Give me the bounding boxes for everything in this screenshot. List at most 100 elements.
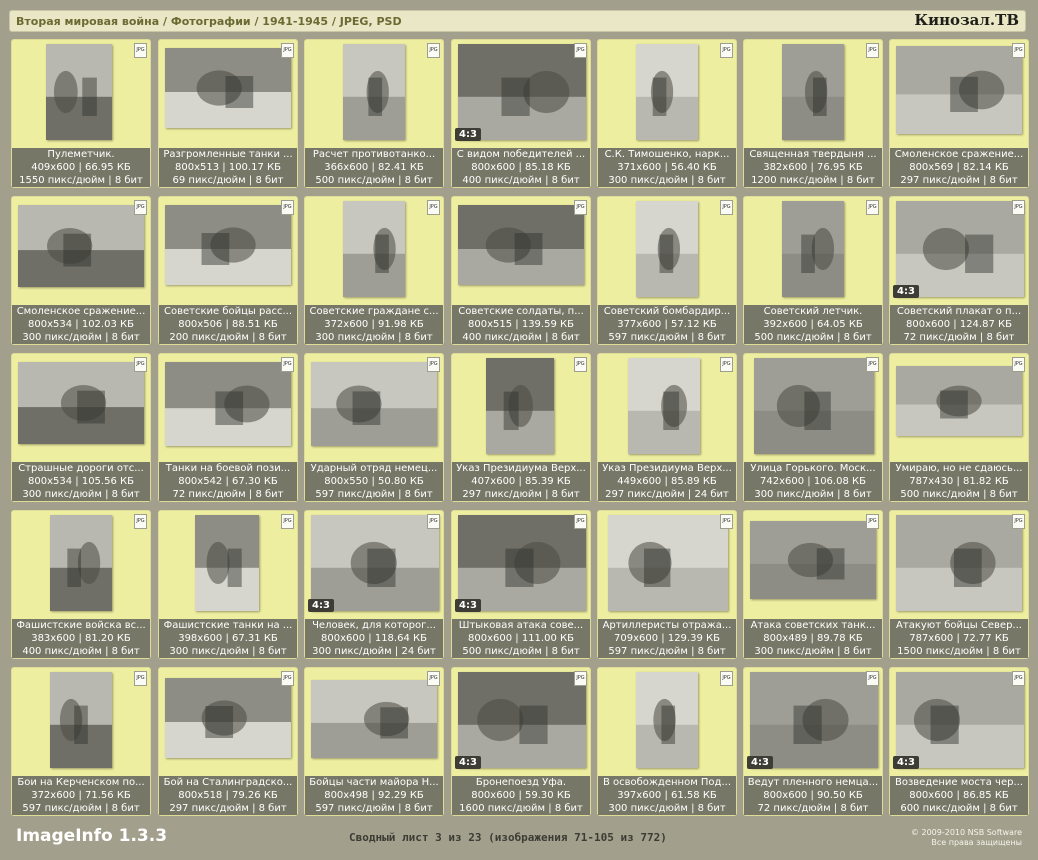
photo-thumbnail[interactable]: [458, 205, 584, 285]
photo-thumbnail[interactable]: [311, 680, 437, 758]
photo-thumbnail[interactable]: [343, 201, 405, 297]
thumbnail-item[interactable]: JPG 4:3 Человек, для которог... 800x600 | 1…: [304, 510, 444, 659]
thumbnail-item[interactable]: JPG Бои на Керченском по... 372x600 | 71.5…: [11, 667, 151, 816]
thumbnail-caption: Ведут пленного немца... 800x600 | 90.50 К…: [744, 776, 882, 815]
photo-thumbnail[interactable]: [458, 44, 586, 140]
photo-thumbnail[interactable]: [628, 358, 700, 454]
jpg-file-icon: JPG: [427, 200, 440, 215]
thumbnail-item[interactable]: JPG Указ Президиума Верх... 407x600 | 85.3…: [451, 353, 591, 502]
thumbnail-item[interactable]: JPG Советский бомбардир... 377x600 | 57.12…: [597, 196, 737, 345]
photo-thumbnail[interactable]: [896, 46, 1022, 134]
photo-thumbnail[interactable]: [750, 521, 876, 599]
photo-thumbnail[interactable]: [343, 44, 405, 140]
caption-meta: 500 пикс/дюйм | 8 бит: [462, 646, 580, 657]
photo-thumbnail[interactable]: [18, 362, 144, 444]
photo-thumbnail[interactable]: [896, 515, 1022, 611]
caption-meta: 300 пикс/дюйм | 8 бит: [169, 646, 287, 657]
caption-info: 398x600 | 67.31 КБ: [178, 633, 278, 644]
thumbnail-item[interactable]: JPG С.К. Тимошенко, нарк... 371x600 | 56.4…: [597, 39, 737, 188]
jpg-file-icon: JPG: [1012, 43, 1025, 58]
thumbnail-item[interactable]: JPG Смоленское сражение... 800x569 | 82.14…: [889, 39, 1029, 188]
caption-title: Бронепоезд Уфа.: [475, 777, 567, 788]
photo-thumbnail[interactable]: [896, 366, 1022, 436]
caption-title: Улица Горького. Моск...: [750, 463, 876, 474]
photo-thumbnail[interactable]: [458, 515, 586, 611]
caption-title: Ударный отряд немец...: [310, 463, 438, 474]
thumbnail-item[interactable]: JPG Атака советских танк... 800x489 | 89.7…: [743, 510, 883, 659]
thumbnail-item[interactable]: JPG Советские граждане с... 372x600 | 91.9…: [304, 196, 444, 345]
caption-info: 800x569 | 82.14 КБ: [909, 162, 1009, 173]
photo-thumbnail[interactable]: [195, 515, 259, 611]
photo-thumbnail[interactable]: [165, 48, 291, 128]
thumbnail-item[interactable]: JPG Разгромленные танки ... 800x513 | 100.…: [158, 39, 298, 188]
aspect-ratio-badge: 4:3: [455, 756, 481, 769]
caption-meta: 1600 пикс/дюйм | 8 бит: [459, 803, 583, 814]
photo-thumbnail[interactable]: [754, 358, 874, 454]
thumbnail-item[interactable]: JPG Указ Президиума Верх... 449x600 | 85.8…: [597, 353, 737, 502]
thumbnail-item[interactable]: JPG Умираю, но не сдаюсь... 787x430 | 81.8…: [889, 353, 1029, 502]
thumbnail-item[interactable]: JPG Священная твердыня ... 382x600 | 76.95…: [743, 39, 883, 188]
caption-info: 800x600 | 86.85 КБ: [909, 790, 1009, 801]
photo-thumbnail[interactable]: [165, 678, 291, 758]
rights-line: Все права защищены: [931, 838, 1022, 847]
thumbnail-item[interactable]: JPG Артиллеристы отража... 709x600 | 129.3…: [597, 510, 737, 659]
thumbnail-item[interactable]: JPG Фашистские танки на ... 398x600 | 67.3…: [158, 510, 298, 659]
thumbnail-item[interactable]: JPG 4:3 Советский плакат о п... 800x600 | 1…: [889, 196, 1029, 345]
thumbnail-item[interactable]: JPG Советские солдаты, п... 800x515 | 139.…: [451, 196, 591, 345]
thumbnail-item[interactable]: JPG 4:3 Бронепоезд Уфа. 800x600 | 59.30 КБ 1…: [451, 667, 591, 816]
thumbnail-item[interactable]: JPG Пулеметчик. 409x600 | 66.95 КБ 1550 пик…: [11, 39, 151, 188]
caption-title: Пулеметчик.: [47, 149, 115, 160]
photo-thumbnail[interactable]: [782, 44, 844, 140]
photo-thumbnail[interactable]: [311, 515, 439, 611]
caption-meta: 297 пикс/дюйм | 8 бит: [462, 489, 580, 500]
thumbnail-item[interactable]: JPG 4:3 С видом победителей ... 800x600 | 8…: [451, 39, 591, 188]
photo-thumbnail[interactable]: [608, 515, 728, 611]
caption-meta: 297 пикс/дюйм | 8 бит: [169, 803, 287, 814]
photo-thumbnail[interactable]: [18, 205, 144, 287]
thumbnail-item[interactable]: JPG Смоленское сражение... 800x534 | 102.0…: [11, 196, 151, 345]
photo-thumbnail[interactable]: [896, 672, 1024, 768]
photo-thumbnail[interactable]: [458, 672, 586, 768]
photo-thumbnail[interactable]: [165, 205, 291, 285]
thumbnail-caption: Священная твердыня ... 382x600 | 76.95 КБ…: [744, 148, 882, 187]
thumbnail-item[interactable]: JPG Фашистские войска вс... 383x600 | 81.2…: [11, 510, 151, 659]
photo-thumbnail[interactable]: [311, 362, 437, 446]
aspect-ratio-badge: 4:3: [893, 285, 919, 298]
photo-thumbnail[interactable]: [782, 201, 844, 297]
thumbnail-item[interactable]: JPG Бой на Сталинградско... 800x518 | 79.2…: [158, 667, 298, 816]
jpg-file-icon: JPG: [427, 514, 440, 529]
caption-meta: 1200 пикс/дюйм | 8 бит: [751, 175, 875, 186]
thumbnail-item[interactable]: JPG Улица Горького. Моск... 742x600 | 106.…: [743, 353, 883, 502]
thumbnail-item[interactable]: JPG Страшные дороги отс... 800x534 | 105.5…: [11, 353, 151, 502]
thumbnail-item[interactable]: JPG Советский летчик. 392x600 | 64.05 КБ 50…: [743, 196, 883, 345]
thumbnail-item[interactable]: JPG Ударный отряд немец... 800x550 | 50.80…: [304, 353, 444, 502]
photo-thumbnail[interactable]: [636, 201, 698, 297]
photo-thumbnail[interactable]: [165, 362, 291, 446]
photo-thumbnail[interactable]: [636, 672, 698, 768]
photo-thumbnail[interactable]: [50, 515, 112, 611]
photo-thumbnail[interactable]: [50, 672, 112, 768]
jpg-file-icon: JPG: [866, 357, 879, 372]
thumbnail-item[interactable]: JPG 4:3 Штыковая атака сове... 800x600 | 11…: [451, 510, 591, 659]
caption-info: 366x600 | 82.41 КБ: [324, 162, 424, 173]
jpg-file-icon: JPG: [134, 514, 147, 529]
thumbnail-item[interactable]: JPG Атакуют бойцы Север... 787x600 | 72.77…: [889, 510, 1029, 659]
photo-thumbnail[interactable]: [636, 44, 698, 140]
caption-info: 392x600 | 64.05 КБ: [763, 319, 863, 330]
photo-thumbnail[interactable]: [486, 358, 554, 454]
thumbnail-item[interactable]: JPG Бойцы части майора Н... 800x498 | 92.2…: [304, 667, 444, 816]
thumbnail-caption: Советский летчик. 392x600 | 64.05 КБ 500 п…: [744, 305, 882, 344]
thumbnail-item[interactable]: JPG В освобожденном Под... 397x600 | 61.58…: [597, 667, 737, 816]
photo-thumbnail[interactable]: [750, 672, 878, 768]
thumbnail-item[interactable]: JPG Расчет противотанко... 366x600 | 82.41…: [304, 39, 444, 188]
thumbnail-item[interactable]: JPG 4:3 Возведение моста чер... 800x600 | 8…: [889, 667, 1029, 816]
jpg-file-icon: JPG: [866, 671, 879, 686]
thumbnail-caption: Бронепоезд Уфа. 800x600 | 59.30 КБ 1600 пи…: [452, 776, 590, 815]
photo-thumbnail[interactable]: [896, 201, 1024, 297]
jpg-file-icon: JPG: [1012, 671, 1025, 686]
thumbnail-caption: Смоленское сражение... 800x569 | 82.14 КБ…: [890, 148, 1028, 187]
photo-thumbnail[interactable]: [46, 44, 112, 140]
thumbnail-item[interactable]: JPG Танки на боевой пози... 800x542 | 67.3…: [158, 353, 298, 502]
thumbnail-item[interactable]: JPG Советские бойцы расс... 800x506 | 88.5…: [158, 196, 298, 345]
thumbnail-item[interactable]: JPG 4:3 Ведут пленного немца... 800x600 | 9…: [743, 667, 883, 816]
